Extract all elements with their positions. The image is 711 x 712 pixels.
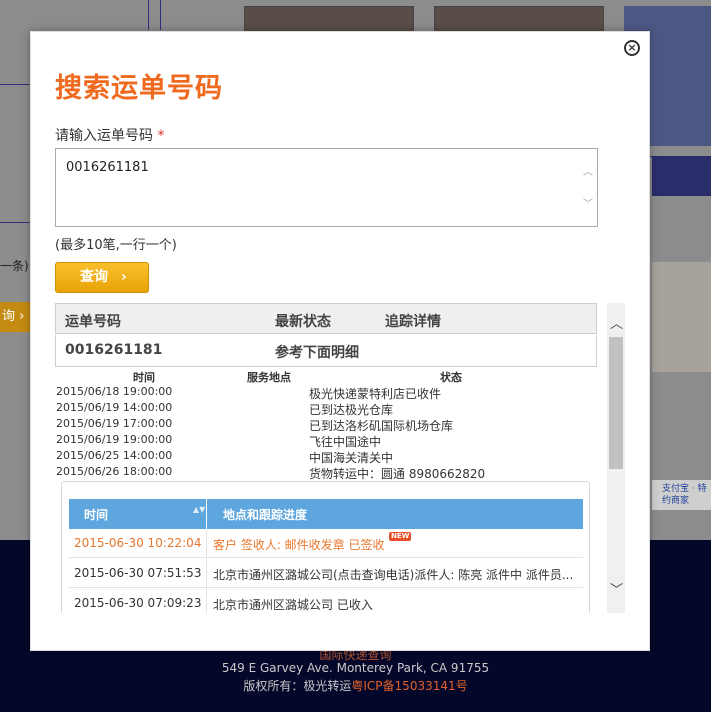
scroll-down-icon[interactable]: ﹀ bbox=[583, 195, 593, 210]
detail-row: 2015/06/19 17:00:00 已到达洛杉矶国际机场仓库 bbox=[55, 417, 597, 433]
scroll-up-icon[interactable]: ︿ bbox=[583, 163, 593, 178]
footer-address: 549 E Garvey Ave. Monterey Park, CA 9175… bbox=[221, 661, 490, 675]
chevron-right-icon: › bbox=[121, 269, 127, 285]
icp-link[interactable]: 粤ICP备15033141号 bbox=[351, 679, 467, 693]
detail-status: 已到达极光仓库 bbox=[309, 403, 394, 417]
detail-row: 2015/06/19 19:00:00 飞往中国途中 bbox=[55, 433, 597, 449]
header-number: 运单号码 bbox=[65, 314, 121, 330]
result-status: 参考下面明细 bbox=[275, 345, 359, 361]
sort-icon[interactable]: ▲▼ bbox=[193, 506, 205, 514]
detail-time: 2015/06/19 19:00:00 bbox=[56, 433, 173, 446]
required-mark: * bbox=[157, 128, 165, 144]
detail-time: 2015/06/26 18:00:00 bbox=[56, 465, 173, 478]
tracking-search-modal: × 搜索运单号码 请输入运单号码 * 0016261181 ︿ ﹀ (最多10笔… bbox=[30, 31, 650, 651]
detail-row: 2015/06/26 18:00:00 货物转运中：圆通 8980662820 bbox=[55, 465, 597, 481]
tracking-progress: 北京市通州区潞城公司 已收入 bbox=[213, 598, 373, 612]
detail-status: 极光快递蒙特利店已收件 bbox=[309, 387, 442, 401]
detail-header-location: 服务地点 bbox=[247, 371, 291, 384]
tracking-number-input[interactable]: 0016261181 ︿ ﹀ bbox=[55, 148, 598, 227]
product-image[interactable] bbox=[434, 6, 604, 34]
background-rule bbox=[148, 0, 149, 30]
alipay-badge: 支付宝 · 特约商家 bbox=[652, 480, 711, 510]
tracking-row: 2015-06-30 07:09:23 北京市通州区潞城公司 已收入 bbox=[69, 589, 583, 613]
copyright-text: 版权所有：极光转运 bbox=[243, 679, 352, 693]
delivery-image bbox=[652, 262, 711, 372]
search-button[interactable]: 查询 › bbox=[55, 262, 149, 293]
scroll-up-icon[interactable]: ︿ bbox=[610, 313, 623, 332]
detail-row: 2015/06/19 14:00:00 已到达极光仓库 bbox=[55, 401, 597, 417]
tracking-number-value: 0016261181 bbox=[66, 160, 149, 175]
new-badge: NEW bbox=[389, 532, 412, 541]
detail-time: 2015/06/19 17:00:00 bbox=[56, 417, 173, 430]
tracking-table-header: 时间 ▲▼ 地点和跟踪进度 bbox=[69, 499, 583, 529]
input-label-text: 请输入运单号码 bbox=[55, 128, 153, 144]
detail-header-time: 时间 bbox=[133, 371, 155, 384]
search-button-label: 查询 bbox=[80, 269, 108, 285]
detail-status: 已到达洛杉矶国际机场仓库 bbox=[309, 419, 454, 433]
detail-status: 中国海关清关中 bbox=[309, 451, 394, 465]
tracking-time: 2015-06-30 07:51:53 bbox=[69, 559, 207, 587]
detail-row: 2015/06/25 14:00:00 中国海关清关中 bbox=[55, 449, 597, 465]
tracking-header-time-label: 时间 bbox=[84, 508, 109, 522]
tracking-progress: 客户 签收人: 邮件收发章 已签收 NEW bbox=[213, 532, 412, 553]
background-rule bbox=[160, 0, 161, 30]
background-rule bbox=[0, 84, 30, 85]
product-image[interactable] bbox=[244, 6, 414, 34]
background-query-button[interactable]: 询 › bbox=[0, 302, 30, 332]
input-hint: (最多10笔,一行一个) bbox=[55, 238, 177, 253]
results-header: 运单号码 最新状态 追踪详情 bbox=[55, 303, 597, 334]
detail-time: 2015/06/18 19:00:00 bbox=[56, 385, 173, 398]
detail-header-status: 状态 bbox=[440, 371, 462, 384]
detail-time: 2015/06/19 14:00:00 bbox=[56, 401, 173, 414]
tracking-progress: 北京市通州区潞城公司(点击查询电话)派件人: 陈亮 派件中 派件员... bbox=[213, 568, 574, 582]
tracking-header-progress: 地点和跟踪进度 bbox=[223, 508, 308, 522]
tracking-time: 2015-06-30 10:22:04 bbox=[69, 529, 207, 557]
textarea-scrollbar[interactable]: ︿ ﹀ bbox=[580, 149, 597, 226]
detail-status: 飞往中国途中 bbox=[309, 435, 382, 449]
tracking-progress-text: 客户 签收人: 邮件收发章 已签收 bbox=[213, 538, 385, 552]
background-banner bbox=[652, 156, 711, 196]
tracking-row: 2015-06-30 07:51:53 北京市通州区潞城公司(点击查询电话)派件… bbox=[69, 559, 583, 588]
background-text: 一条) bbox=[0, 259, 29, 273]
tracking-time: 2015-06-30 07:09:23 bbox=[69, 589, 207, 613]
detail-row: 2015/06/18 19:00:00 极光快递蒙特利店已收件 bbox=[55, 385, 597, 401]
results-panel: 运单号码 最新状态 追踪详情 0016261181 参考下面明细 时间 服务地点… bbox=[55, 303, 597, 613]
footer-copyright: 版权所有：极光转运粤ICP备15033141号 bbox=[0, 677, 711, 694]
results-scrollbar[interactable]: ︿ ﹀ bbox=[607, 303, 625, 613]
detail-status: 货物转运中：圆通 8980662820 bbox=[309, 467, 486, 481]
tracking-table: 时间 ▲▼ 地点和跟踪进度 2015-06-30 10:22:04 客户 签收人:… bbox=[61, 481, 590, 613]
detail-time: 2015/06/25 14:00:00 bbox=[56, 449, 173, 462]
tracking-header-time[interactable]: 时间 ▲▼ bbox=[69, 499, 207, 529]
header-details: 追踪详情 bbox=[385, 314, 441, 330]
close-icon[interactable]: × bbox=[624, 40, 640, 56]
input-label: 请输入运单号码 * bbox=[55, 125, 164, 145]
result-number: 0016261181 bbox=[65, 342, 163, 358]
tracking-row: 2015-06-30 10:22:04 客户 签收人: 邮件收发章 已签收 NEW bbox=[69, 529, 583, 558]
scrollbar-thumb[interactable] bbox=[609, 337, 623, 469]
background-rule bbox=[0, 222, 30, 223]
result-row[interactable]: 0016261181 参考下面明细 bbox=[55, 335, 597, 367]
scroll-down-icon[interactable]: ﹀ bbox=[610, 579, 623, 598]
header-status: 最新状态 bbox=[275, 314, 331, 330]
modal-title: 搜索运单号码 bbox=[55, 73, 223, 104]
